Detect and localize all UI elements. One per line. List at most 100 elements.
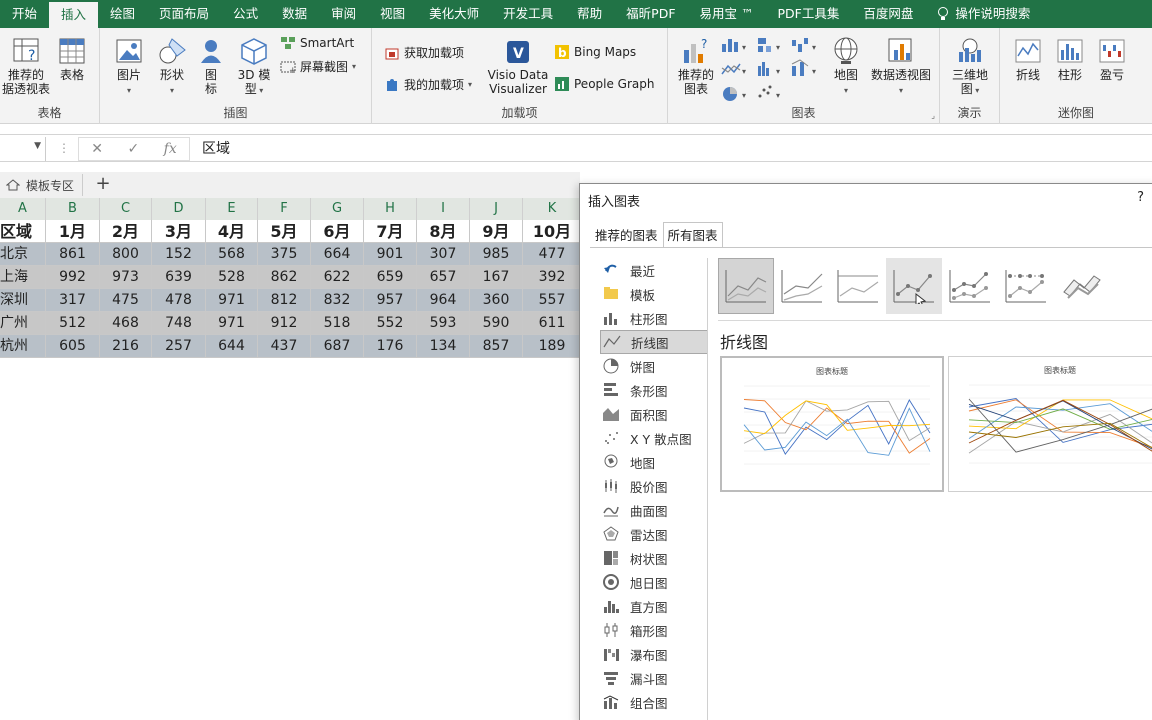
insert-function-icon[interactable]: fx (164, 141, 177, 157)
visio-visualizer-button[interactable]: V Visio Data Visualizer (486, 38, 550, 96)
category-item[interactable]: 旭日图 (600, 570, 708, 594)
header-cell[interactable]: 5月 (258, 220, 311, 243)
data-cell[interactable]: 552 (364, 312, 417, 335)
data-cell[interactable]: 392 (523, 266, 580, 289)
tab-11[interactable]: 福昕PDF (614, 0, 687, 28)
pictures-button[interactable]: 图片 ▾ (112, 36, 146, 98)
bing-maps-button[interactable]: b Bing Maps (554, 44, 636, 60)
data-cell[interactable]: 468 (100, 312, 152, 335)
tab-1[interactable]: 插入 (49, 2, 99, 28)
3d-models-button[interactable]: 3D 模 型 ▾ (234, 36, 274, 98)
header-cell[interactable]: 区域 (0, 220, 46, 243)
tab-recommended-charts[interactable]: 推荐的图表 (590, 222, 663, 248)
people-graph-button[interactable]: People Graph (554, 76, 655, 92)
pivotchart-button[interactable]: 数据透视图 ▾ (868, 36, 934, 98)
column-header-b[interactable]: B (46, 198, 100, 220)
tab-7[interactable]: 视图 (368, 0, 417, 28)
data-cell[interactable]: 557 (523, 289, 580, 312)
combo-chart-icon[interactable]: ▾ (791, 59, 816, 76)
category-item[interactable]: 漏斗图 (600, 666, 708, 690)
column-header-h[interactable]: H (364, 198, 417, 220)
tab-0[interactable]: 开始 (0, 0, 49, 28)
header-cell[interactable]: 4月 (206, 220, 258, 243)
preview-by-month[interactable]: 图表标题 (948, 356, 1152, 492)
tab-13[interactable]: PDF工具集 (766, 0, 852, 28)
data-cell[interactable]: 216 (100, 335, 152, 358)
data-cell[interactable]: 528 (206, 266, 258, 289)
screenshot-button[interactable]: + 屏幕截图 ▾ (280, 58, 356, 75)
header-cell[interactable]: 3月 (152, 220, 206, 243)
data-cell[interactable]: 307 (417, 243, 470, 266)
data-cell[interactable]: 971 (206, 312, 258, 335)
category-item[interactable]: 直方图 (600, 594, 708, 618)
category-item[interactable]: 组合图 (600, 690, 708, 714)
category-item[interactable]: 股价图 (600, 474, 708, 498)
data-cell[interactable]: 644 (206, 335, 258, 358)
category-item[interactable]: 地图 (600, 450, 708, 474)
data-cell[interactable]: 985 (470, 243, 523, 266)
data-cell[interactable]: 748 (152, 312, 206, 335)
tell-me-search[interactable]: 操作说明搜索 (925, 0, 1042, 28)
tab-6[interactable]: 审阅 (319, 0, 368, 28)
tab-12[interactable]: 易用宝 ™ (688, 0, 766, 28)
get-addins-button[interactable]: 获取加载项 (384, 44, 464, 61)
column-header-f[interactable]: F (258, 198, 311, 220)
data-cell[interactable]: 167 (470, 266, 523, 289)
data-cell[interactable]: 杭州 (0, 335, 46, 358)
statistic-chart-icon[interactable]: ▾ (758, 62, 780, 76)
category-item[interactable]: 瀑布图 (600, 642, 708, 666)
header-cell[interactable]: 8月 (417, 220, 470, 243)
data-cell[interactable]: 257 (152, 335, 206, 358)
category-item[interactable]: 箱形图 (600, 618, 708, 642)
worksheet-grid[interactable]: ABCDEFGHIJK 区域 1月 2月 3月 4月 5月 6月 7月 8月 9月 10月 北京 861… (0, 198, 580, 720)
tab-all-charts[interactable]: 所有图表 (662, 222, 723, 248)
header-cell[interactable]: 10月 (523, 220, 580, 243)
category-item[interactable]: 饼图 (600, 354, 708, 378)
smartart-button[interactable]: SmartArt (280, 36, 354, 50)
category-item[interactable]: X Y 散点图 (600, 426, 708, 450)
header-cell[interactable]: 9月 (470, 220, 523, 243)
data-cell[interactable]: 622 (311, 266, 364, 289)
tab-2[interactable]: 绘图 (98, 0, 147, 28)
data-cell[interactable]: 437 (258, 335, 311, 358)
subtype-3d-line[interactable] (1054, 258, 1110, 314)
data-cell[interactable]: 971 (206, 289, 258, 312)
data-cell[interactable]: 639 (152, 266, 206, 289)
column-header-e[interactable]: E (206, 198, 258, 220)
tab-3[interactable]: 页面布局 (147, 0, 221, 28)
hierarchy-chart-icon[interactable]: ▾ (758, 38, 780, 52)
line-chart-icon[interactable]: ▾ (721, 63, 746, 76)
data-cell[interactable]: 912 (258, 312, 311, 335)
data-cell[interactable]: 857 (470, 335, 523, 358)
data-cell[interactable]: 605 (46, 335, 100, 358)
3d-map-button[interactable]: 三维地 图 ▾ (948, 36, 992, 98)
category-item[interactable]: 柱形图 (600, 306, 708, 330)
maps-button[interactable]: 地图 ▾ (830, 36, 862, 98)
tab-9[interactable]: 开发工具 (491, 0, 565, 28)
data-cell[interactable]: 512 (46, 312, 100, 335)
data-cell[interactable]: 152 (152, 243, 206, 266)
data-cell[interactable]: 659 (364, 266, 417, 289)
data-cell[interactable]: 657 (417, 266, 470, 289)
name-box[interactable]: ▼ (0, 137, 46, 161)
data-cell[interactable]: 477 (523, 243, 580, 266)
formula-input[interactable]: 区域 (192, 137, 230, 161)
data-cell[interactable]: 901 (364, 243, 417, 266)
category-item[interactable]: 最近 (600, 258, 708, 282)
header-cell[interactable]: 2月 (100, 220, 152, 243)
category-item[interactable]: 面积图 (600, 402, 708, 426)
data-cell[interactable]: 360 (470, 289, 523, 312)
category-item[interactable]: 模板 (600, 282, 708, 306)
column-header-d[interactable]: D (152, 198, 206, 220)
tab-10[interactable]: 帮助 (565, 0, 614, 28)
header-cell[interactable]: 1月 (46, 220, 100, 243)
subtype-100-stacked-line[interactable] (830, 258, 886, 314)
data-cell[interactable]: 北京 (0, 243, 46, 266)
data-cell[interactable]: 317 (46, 289, 100, 312)
header-cell[interactable]: 6月 (311, 220, 364, 243)
data-cell[interactable]: 上海 (0, 266, 46, 289)
data-cell[interactable]: 664 (311, 243, 364, 266)
recommended-charts-button[interactable]: ? 推荐的 图表 (676, 36, 716, 96)
category-item[interactable]: 树状图 (600, 546, 708, 570)
column-chart-icon[interactable]: ▾ (722, 39, 746, 52)
